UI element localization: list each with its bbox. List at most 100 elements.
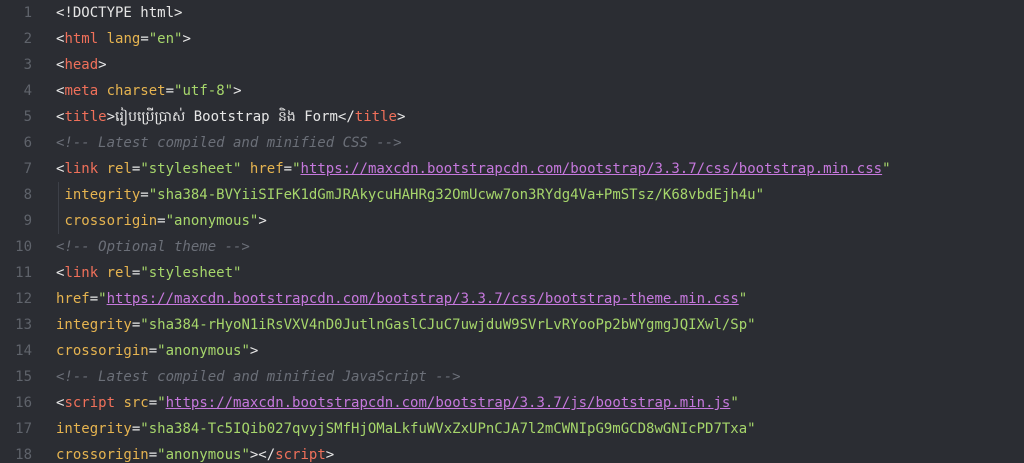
code-token: >រៀបប្រើប្រាស់ Bootstrap និង Form</: [106, 109, 355, 125]
code-token: "anonymous": [157, 447, 250, 463]
code-token: rel: [106, 265, 132, 281]
code-token: "en": [148, 31, 183, 47]
code-token: >: [396, 109, 406, 125]
code-token: title: [64, 109, 107, 125]
code-token: meta: [64, 83, 99, 99]
code-line[interactable]: 8 integrity="sha384-BVYiiSIFeK1dGmJRAkyc…: [0, 182, 764, 208]
code-token: "stylesheet": [140, 161, 242, 177]
code-token: =: [283, 161, 293, 177]
code-token: integrity: [64, 187, 141, 203]
line-number: 2: [23, 31, 32, 47]
code-line[interactable]: 5 <title>រៀបប្រើប្រាស់ Bootstrap និង Form…: [0, 104, 406, 130]
line-number: 8: [23, 187, 32, 203]
line-code: <link rel="stylesheet": [56, 265, 241, 281]
line-code: <link rel="stylesheet" href="https://max…: [56, 161, 891, 177]
line-code: <!-- Latest compiled and minified CSS --…: [56, 135, 402, 151]
code-token: head: [64, 57, 99, 73]
code-token: "anonymous": [165, 213, 259, 229]
code-line[interactable]: 11 <link rel="stylesheet": [0, 260, 241, 286]
code-line[interactable]: 3 <head>: [0, 52, 107, 78]
line-number: 13: [15, 317, 32, 333]
code-line[interactable]: 4 <meta charset="utf-8">: [0, 78, 242, 104]
line-number: 6: [23, 135, 32, 151]
code-line[interactable]: 9 crossorigin="anonymous">: [0, 208, 267, 234]
line-code: integrity="sha384-BVYiiSIFeK1dGmJRAkycuH…: [56, 187, 764, 203]
line-code: <!DOCTYPE html>: [56, 5, 182, 21]
line-code: crossorigin="anonymous"></script>: [56, 447, 334, 463]
line-number: 9: [23, 213, 32, 229]
code-token: >: [258, 213, 267, 229]
code-token: =: [148, 395, 158, 411]
code-token: <!-- Latest compiled and minified JavaSc…: [56, 369, 461, 385]
code-token: crossorigin: [56, 447, 149, 463]
line-number: 17: [15, 421, 32, 437]
code-token: >: [249, 343, 259, 359]
code-token: script: [64, 395, 116, 411]
code-editor[interactable]: 1 <!DOCTYPE html> 2 <html lang="en"> 3 <head>…: [0, 0, 1024, 463]
line-code: crossorigin="anonymous">: [56, 213, 267, 229]
line-number: 3: [23, 57, 32, 73]
code-token: >: [325, 447, 335, 463]
code-token: ": [157, 395, 166, 411]
code-token: ": [882, 161, 891, 177]
line-number: 15: [15, 369, 32, 385]
code-token: ": [738, 291, 748, 307]
code-token: lang: [106, 31, 141, 47]
url-link[interactable]: https://maxcdn.bootstrapcdn.com/bootstra…: [107, 291, 739, 307]
code-token: "utf-8": [174, 83, 234, 99]
code-token: ></: [249, 447, 276, 463]
line-code: <!-- Latest compiled and minified JavaSc…: [56, 369, 461, 385]
code-token: =: [140, 187, 149, 203]
code-token: =: [89, 291, 99, 307]
code-token: crossorigin: [64, 213, 158, 229]
code-token: title: [354, 109, 397, 125]
line-code: <head>: [56, 57, 107, 73]
code-token: html: [64, 31, 99, 47]
code-token: link: [64, 265, 99, 281]
code-token: script: [275, 447, 326, 463]
line-code: <meta charset="utf-8">: [56, 83, 242, 99]
code-token: src: [123, 395, 149, 411]
code-token: "anonymous": [157, 343, 250, 359]
code-line[interactable]: 1 <!DOCTYPE html>: [0, 0, 183, 26]
line-code: integrity="sha384-Tc5IQib027qvyjSMfHjOMa…: [56, 421, 756, 437]
code-token: <!DOCTYPE html>: [56, 5, 183, 21]
code-token: charset: [106, 83, 166, 99]
code-line[interactable]: 12 href="https://maxcdn.bootstrapcdn.com/…: [0, 286, 747, 312]
code-line[interactable]: 18 crossorigin="anonymous"></script>: [0, 442, 334, 463]
line-number: 5: [23, 109, 32, 125]
code-token: =: [165, 83, 175, 99]
line-number: 10: [15, 239, 32, 255]
code-line[interactable]: 16 <script src="https://maxcdn.bootstrapc…: [0, 390, 739, 416]
code-token: ": [292, 161, 301, 177]
code-token: rel: [106, 161, 132, 177]
code-line[interactable]: 15 <!-- Latest compiled and minified Java…: [0, 364, 461, 390]
code-line[interactable]: 13 integrity="sha384-rHyoN1iRsVXV4nD0Jutl…: [0, 312, 755, 338]
code-token: "stylesheet": [140, 265, 242, 281]
code-line[interactable]: 17 integrity="sha384-Tc5IQib027qvyjSMfHjO…: [0, 416, 756, 442]
url-link[interactable]: https://maxcdn.bootstrapcdn.com/bootstra…: [301, 161, 883, 177]
code-line[interactable]: 10 <!-- Optional theme -->: [0, 234, 250, 260]
code-token: <!-- Latest compiled and minified CSS --…: [56, 135, 402, 151]
code-line[interactable]: 7 <link rel="stylesheet" href="https://ma…: [0, 156, 891, 182]
code-line[interactable]: 14 crossorigin="anonymous">: [0, 338, 258, 364]
code-token: "sha384-BVYiiSIFeK1dGmJRAkycuHAHRg32OmUc…: [148, 187, 765, 203]
code-token: href: [249, 161, 284, 177]
code-token: >: [233, 83, 242, 99]
line-number: 4: [23, 83, 32, 99]
code-token: =: [148, 343, 158, 359]
line-code: href="https://maxcdn.bootstrapcdn.com/bo…: [56, 291, 747, 307]
code-token: ": [98, 291, 107, 307]
code-token: >: [182, 31, 191, 47]
code-line[interactable]: 6 <!-- Latest compiled and minified CSS -…: [0, 130, 402, 156]
line-number: 16: [15, 395, 32, 411]
code-line[interactable]: 2 <html lang="en">: [0, 26, 191, 52]
url-link[interactable]: https://maxcdn.bootstrapcdn.com/bootstra…: [166, 395, 731, 411]
code-token: crossorigin: [56, 343, 149, 359]
line-code: <html lang="en">: [56, 31, 191, 47]
